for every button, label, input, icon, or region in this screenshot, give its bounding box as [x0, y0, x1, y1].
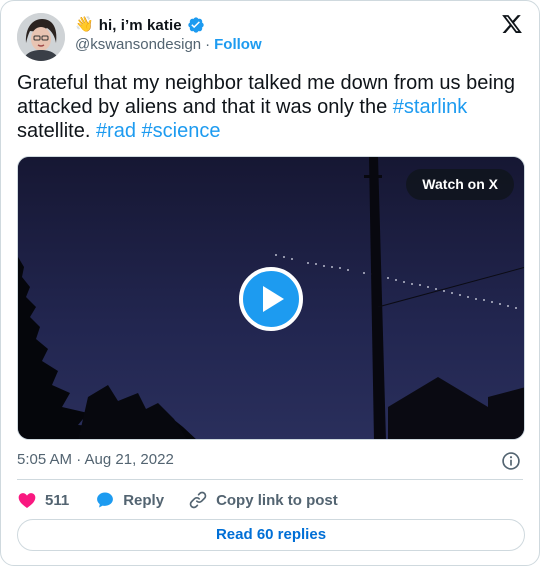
- post-text: Grateful that my neighbor talked me down…: [17, 71, 522, 143]
- author-name-row: 👋 hi, i’m katie: [75, 15, 205, 35]
- handle-separator: ·: [205, 36, 211, 53]
- like-button[interactable]: 511: [17, 490, 69, 510]
- embedded-post-card: 👋 hi, i’m katie @kswansondesign · Follow…: [0, 0, 540, 566]
- follow-button[interactable]: Follow: [214, 36, 262, 53]
- hashtag-rad[interactable]: #rad: [96, 120, 136, 142]
- hashtag-science[interactable]: #science: [142, 120, 221, 142]
- x-logo-icon[interactable]: [501, 13, 523, 35]
- reply-bubble-icon: [97, 492, 114, 508]
- reply-button[interactable]: Reply: [95, 490, 164, 510]
- video-media[interactable]: Watch on X: [17, 156, 525, 440]
- verified-badge-icon: [187, 16, 205, 34]
- play-icon: [263, 286, 284, 312]
- post-timestamp[interactable]: 5:05 AM · Aug 21, 2022: [17, 451, 174, 468]
- post-actions: 511 Reply Copy link to post: [17, 489, 338, 511]
- reply-label: Reply: [123, 491, 165, 509]
- link-icon: [189, 491, 207, 509]
- copy-link-button[interactable]: Copy link to post: [188, 490, 338, 510]
- author-avatar[interactable]: [17, 13, 65, 61]
- author-handle-row: @kswansondesign · Follow: [75, 36, 262, 53]
- play-button[interactable]: [239, 267, 303, 331]
- author-handle[interactable]: @kswansondesign: [75, 36, 201, 53]
- info-icon[interactable]: [501, 451, 521, 471]
- author-display-name[interactable]: hi, i’m katie: [99, 17, 182, 34]
- like-count: 511: [45, 491, 70, 509]
- copy-link-label: Copy link to post: [216, 491, 338, 509]
- read-replies-button[interactable]: Read 60 replies: [17, 519, 525, 551]
- divider: [17, 479, 523, 480]
- heart-icon: [18, 493, 36, 508]
- post-text-part: satellite.: [17, 120, 96, 142]
- waving-hand-emoji: 👋: [75, 16, 94, 33]
- hashtag-starlink[interactable]: #starlink: [393, 96, 467, 118]
- watch-on-x-button[interactable]: Watch on X: [406, 169, 514, 200]
